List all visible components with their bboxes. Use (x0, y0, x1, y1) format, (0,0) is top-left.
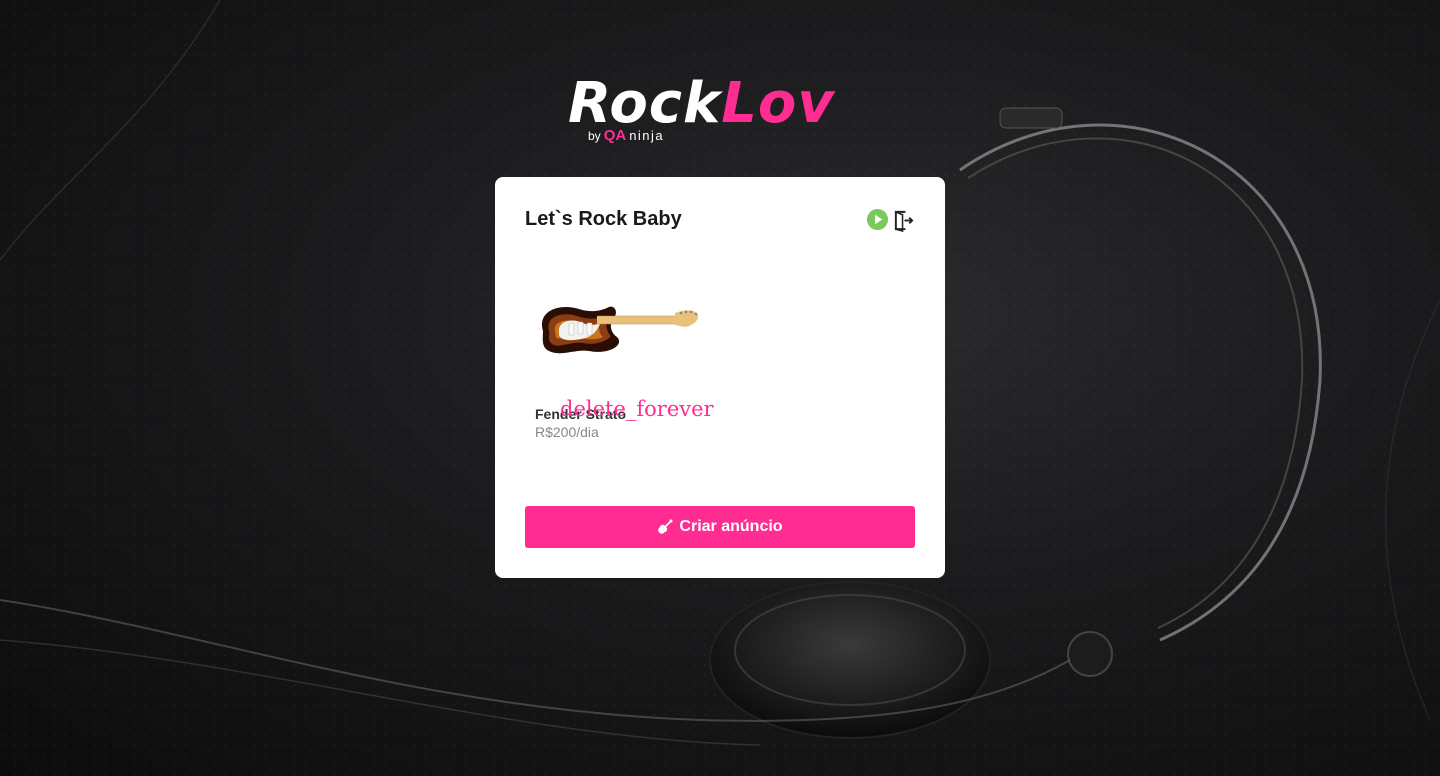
logo-wordmark-primary: Rock (568, 71, 722, 136)
logo-by-text: by (588, 129, 601, 143)
rocklov-logo: RockLov by QA ninja (568, 74, 878, 152)
listing-price: R$200/dia (535, 424, 599, 440)
card-title: Let`s Rock Baby (525, 208, 682, 230)
create-listing-label: Criar anúncio (679, 518, 783, 535)
guitar-thumbnail (541, 306, 699, 354)
guitar-icon (658, 519, 674, 534)
logo-wordmark-accent: Lov (721, 71, 835, 136)
qa-ninja-mark: QA (603, 127, 627, 144)
dashboard-card: Let`s Rock Baby Fender Strato delete_for… (495, 177, 945, 578)
play-circle-icon[interactable] (866, 208, 889, 231)
delete-forever-icon[interactable]: delete_forever (560, 397, 714, 421)
logout-icon[interactable] (892, 209, 915, 232)
logo-byline: by QA ninja (588, 128, 664, 144)
logo-brand-text: ninja (629, 128, 665, 143)
create-listing-button[interactable]: Criar anúncio (525, 506, 915, 548)
logo-wordmark: RockLov (568, 74, 835, 134)
list-item[interactable]: Fender Strato delete_forever R$200/dia (535, 289, 714, 449)
